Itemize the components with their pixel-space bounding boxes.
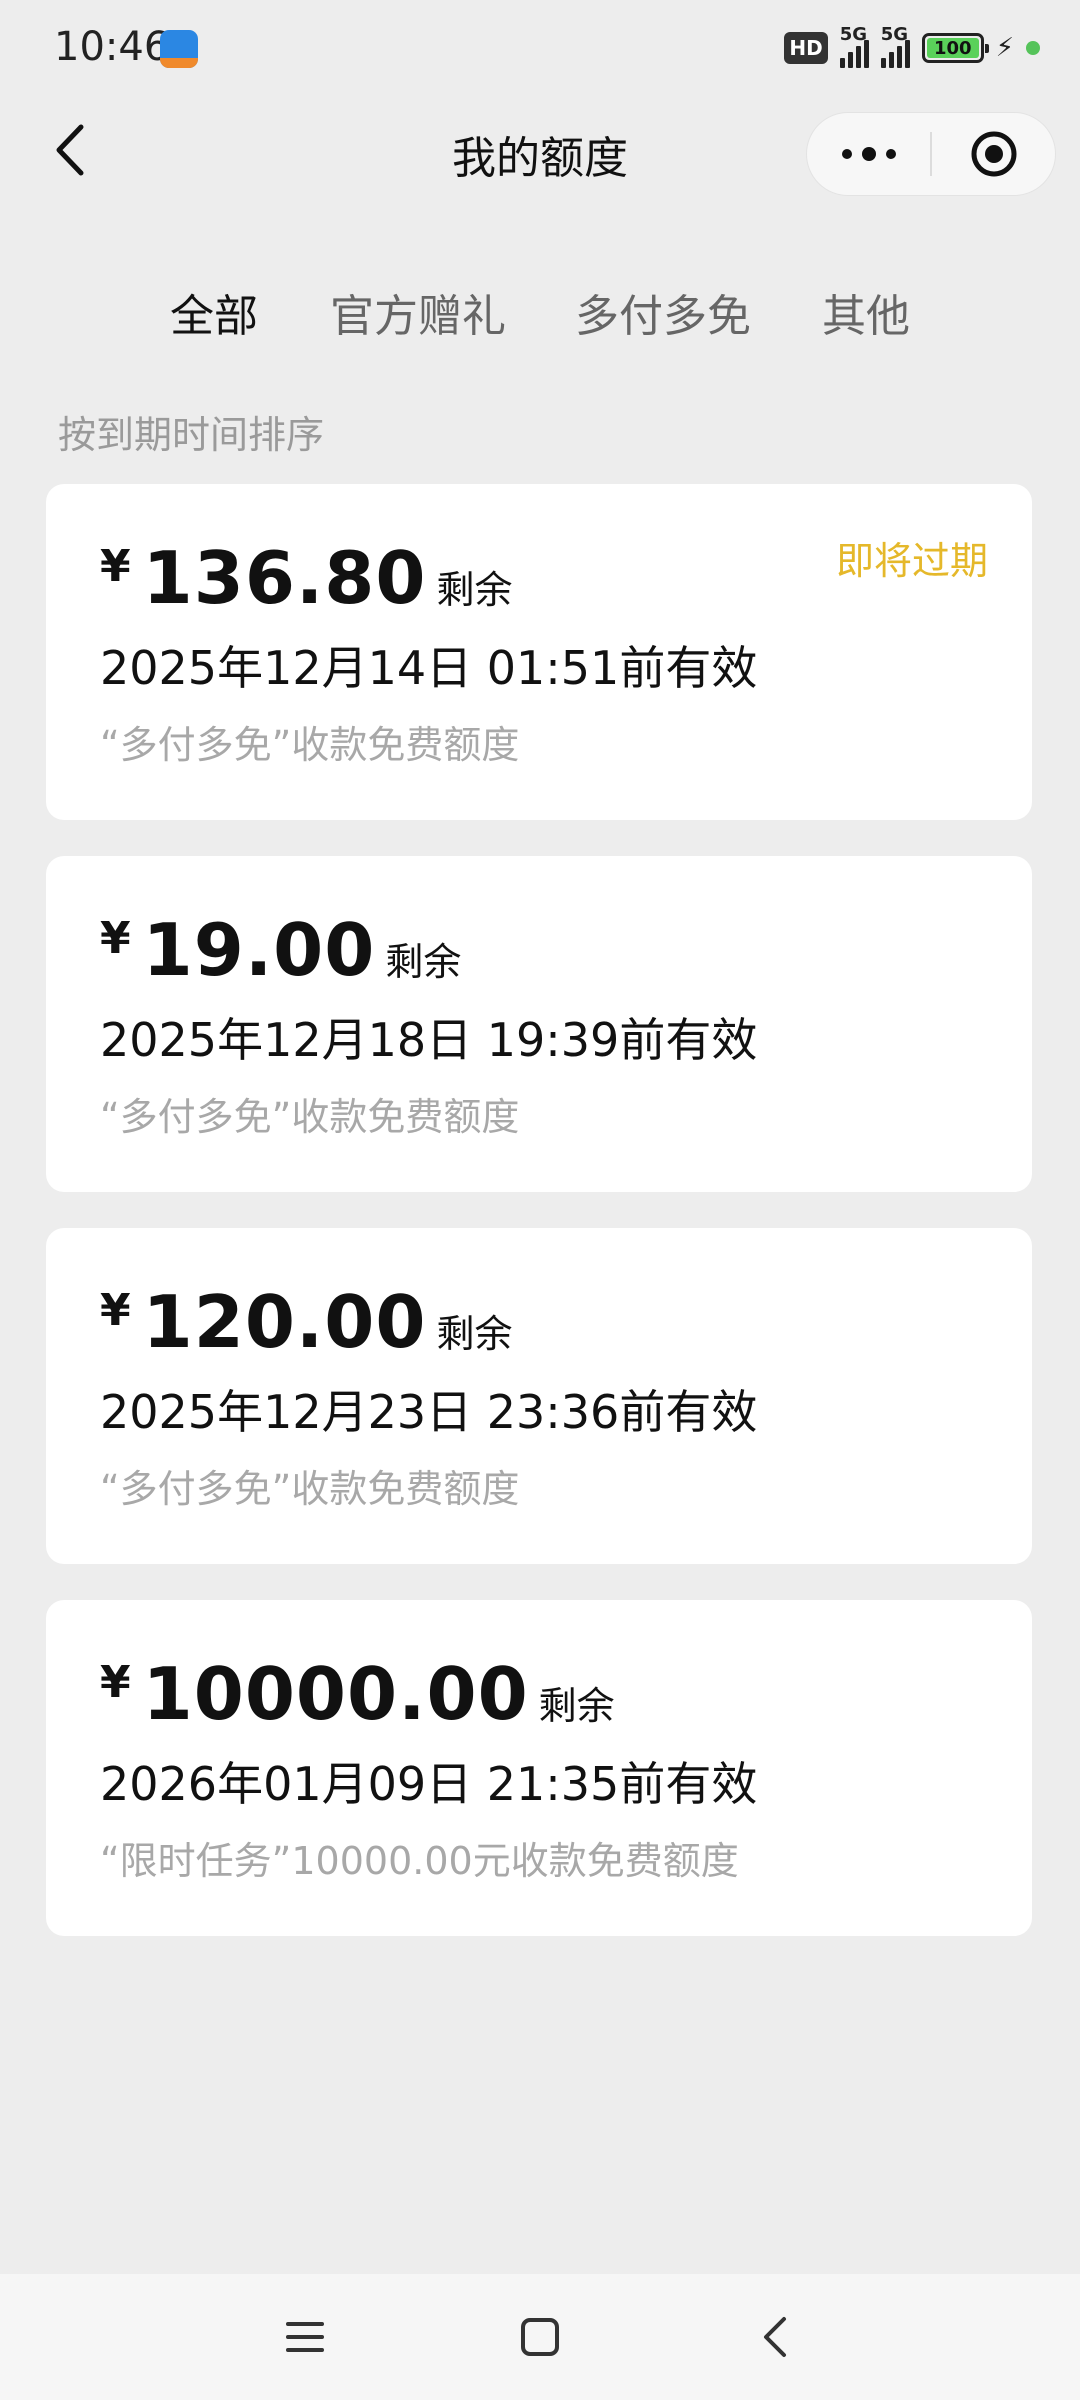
currency-symbol: ¥ [100,913,131,964]
quota-description: “多付多免”收款免费额度 [100,723,520,767]
network-type-label: 5G [839,24,868,45]
remain-label: 剩余 [538,1684,615,1728]
miniprogram-capsule [806,112,1056,196]
validity-text: 2026年01月09日 21:35前有效 [100,1757,758,1811]
validity-text: 2025年12月23日 23:36前有效 [100,1385,758,1439]
quota-description: “限时任务”10000.00元收款免费额度 [100,1839,739,1883]
validity-text: 2025年12月18日 19:39前有效 [100,1013,758,1067]
signal-icon-2: 5G [880,24,910,68]
remain-label: 剩余 [436,1312,513,1356]
hd-badge: HD [784,32,828,64]
quota-card[interactable]: ¥ 19.00 剩余 2025年12月18日 19:39前有效 “多付多免”收款… [46,856,1032,1192]
miniprogram-close-icon[interactable] [932,112,1055,196]
home-icon[interactable] [515,2312,565,2362]
validity-text: 2025年12月14日 01:51前有效 [100,641,758,695]
sort-label: 按到期时间排序 [58,413,325,457]
currency-symbol: ¥ [100,541,131,592]
amount-row: ¥ 136.80 剩余 [100,536,512,620]
menu-icon[interactable] [280,2312,330,2362]
tab-all[interactable]: 全部 [170,280,258,344]
privacy-dot-icon [1026,41,1040,55]
filter-tabs: 全部 官方赠礼 多付多免 其他 [0,280,1080,342]
battery-level: 100 [933,37,972,59]
quota-description: “多付多免”收款免费额度 [100,1467,520,1511]
quota-amount: 19.00 [142,908,376,992]
nav-bar: 我的额度 [0,100,1080,204]
app-notification-icon [160,30,198,68]
quota-amount: 120.00 [142,1280,427,1364]
expiring-soon-badge: 即将过期 [835,539,988,583]
status-time: 10:46 [54,24,170,70]
remain-label: 剩余 [436,568,513,612]
remain-label: 剩余 [385,940,462,984]
status-bar: 10:46 HD 5G 5G 100 ⚡ [0,0,1080,100]
currency-symbol: ¥ [100,1657,131,1708]
network-type-label-2: 5G [880,24,909,45]
tab-official-gift[interactable]: 官方赠礼 [330,280,506,344]
amount-row: ¥ 120.00 剩余 [100,1280,512,1364]
quota-description: “多付多免”收款免费额度 [100,1095,520,1139]
status-indicators: HD 5G 5G 100 ⚡ [784,24,1040,68]
battery-icon: 100 [921,33,989,63]
quota-card[interactable]: ¥ 10000.00 剩余 2026年01月09日 21:35前有效 “限时任务… [46,1600,1032,1936]
quota-amount: 136.80 [142,536,427,620]
charging-icon: ⚡ [995,33,1014,63]
quota-card[interactable]: ¥ 120.00 剩余 2025年12月23日 23:36前有效 “多付多免”收… [46,1228,1032,1564]
quota-card[interactable]: ¥ 136.80 剩余 即将过期 2025年12月14日 01:51前有效 “多… [46,484,1032,820]
signal-icon: 5G [839,24,869,68]
amount-row: ¥ 10000.00 剩余 [100,1652,615,1736]
currency-symbol: ¥ [100,1285,131,1336]
tab-pay-more-free-more[interactable]: 多付多免 [575,280,751,344]
back-nav-icon[interactable] [750,2312,800,2362]
system-navigation-bar [0,2274,1080,2400]
amount-row: ¥ 19.00 剩余 [100,908,461,992]
quota-amount: 10000.00 [142,1652,529,1736]
more-icon[interactable] [807,112,930,196]
tab-other[interactable]: 其他 [822,280,910,344]
